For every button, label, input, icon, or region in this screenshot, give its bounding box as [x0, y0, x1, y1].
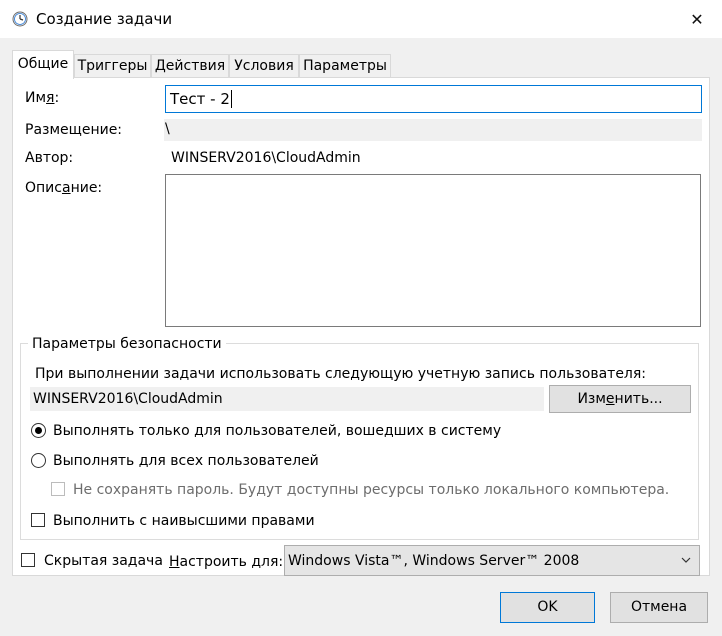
description-label: Описание:: [25, 180, 103, 196]
chevron-down-icon: [680, 554, 692, 570]
tab-triggers[interactable]: Триггеры: [74, 54, 151, 78]
location-value: \: [165, 121, 170, 137]
tab-actions[interactable]: Действия: [151, 54, 229, 78]
highest-privileges-checkbox[interactable]: [31, 513, 45, 527]
name-field[interactable]: Тест - 2: [165, 85, 702, 113]
run-all-users-radio[interactable]: [31, 453, 46, 468]
do-not-store-password-checkbox[interactable]: [51, 482, 65, 496]
hidden-task-checkbox[interactable]: [21, 553, 35, 567]
location-field: \: [164, 119, 702, 141]
ok-button[interactable]: OK: [500, 592, 595, 623]
cancel-button[interactable]: Отмена: [610, 592, 708, 623]
author-label: Автор:: [25, 150, 74, 166]
tab-general[interactable]: Общие: [12, 50, 74, 79]
close-icon: ✕: [690, 9, 704, 29]
run-only-logged-on-label[interactable]: Выполнять только для пользователей, воше…: [53, 421, 501, 441]
tab-settings[interactable]: Параметры: [299, 54, 391, 78]
change-user-button[interactable]: Изменить...: [549, 385, 691, 413]
hidden-task-label[interactable]: Скрытая задача: [44, 551, 163, 571]
tab-conditions[interactable]: Условия: [229, 54, 299, 78]
location-label: Размещение:: [25, 122, 123, 138]
radio-selected-dot: [35, 427, 42, 434]
run-all-users-label[interactable]: Выполнять для всех пользователей: [53, 451, 319, 471]
author-value: WINSERV2016\CloudAdmin: [171, 150, 361, 166]
task-scheduler-clock-icon: [12, 11, 28, 27]
user-account-value: WINSERV2016\CloudAdmin: [33, 391, 223, 407]
close-button[interactable]: ✕: [672, 0, 722, 38]
configure-for-value: Windows Vista™, Windows Server™ 2008: [288, 553, 580, 569]
do-not-store-password-label: Не сохранять пароль. Будут доступны ресу…: [73, 482, 670, 498]
highest-privileges-label[interactable]: Выполнить с наивысшими правами: [53, 511, 315, 531]
name-label: Имя:: [25, 90, 60, 106]
run-only-logged-on-radio[interactable]: [31, 423, 46, 438]
configure-for-dropdown[interactable]: Windows Vista™, Windows Server™ 2008: [284, 545, 700, 576]
configure-for-label: Настроить для:: [169, 554, 284, 570]
window-title: Создание задачи: [36, 10, 173, 28]
security-group-title: Параметры безопасности: [28, 334, 226, 354]
user-account-field: WINSERV2016\CloudAdmin: [30, 387, 544, 411]
description-textarea[interactable]: [165, 174, 701, 327]
account-prompt: При выполнении задачи использовать следу…: [35, 366, 647, 382]
